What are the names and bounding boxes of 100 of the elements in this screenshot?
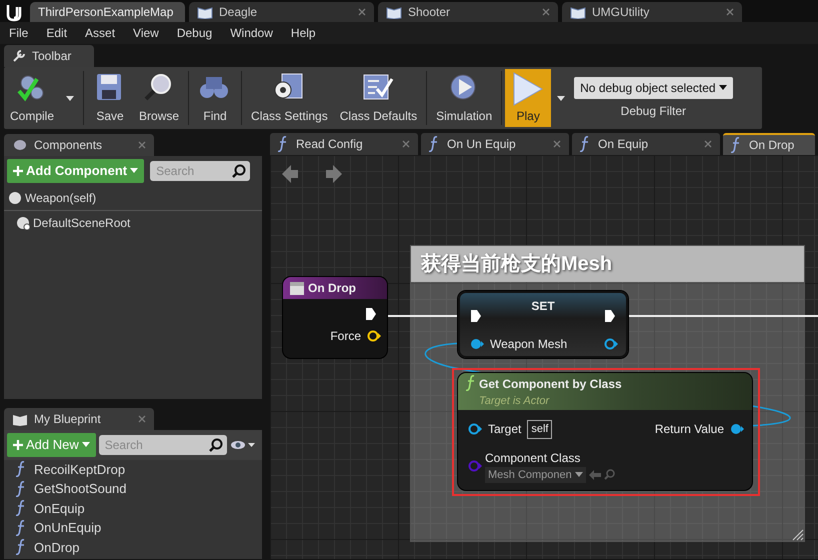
function-icon: [16, 461, 26, 478]
node-title: Get Component by Class: [479, 376, 622, 393]
menu-item[interactable]: Help: [282, 24, 325, 42]
close-icon[interactable]: [358, 8, 366, 16]
node-subtitle: Target is Actor: [479, 394, 550, 409]
book-icon: [570, 6, 586, 18]
pin-label: Force: [330, 328, 361, 345]
caret-icon: [574, 472, 583, 478]
menu-item[interactable]: Window: [221, 24, 282, 42]
menu-item[interactable]: Asset: [76, 24, 124, 42]
component-item[interactable]: Weapon(self): [25, 188, 96, 206]
scene-root-icon: [16, 216, 30, 230]
function-node[interactable]: Get Component by Class Target is Actor Target self Return Value Component Class Mesh Componen: [458, 373, 752, 490]
caret-icon: [718, 85, 727, 90]
toolbar-tab[interactable]: Toolbar: [4, 45, 94, 67]
pin-label: Target: [488, 421, 522, 438]
comment-title: 获得当前枪支的Mesh: [411, 246, 804, 282]
event-node[interactable]: On Drop Force: [283, 277, 387, 358]
search-field[interactable]: Search: [150, 160, 250, 181]
graph-tab[interactable]: On Drop: [723, 133, 815, 155]
toolbar-button[interactable]: Compile: [4, 69, 60, 127]
function-icon: [731, 137, 741, 153]
caret-icon[interactable]: [66, 96, 74, 100]
resize-grip-icon: [792, 529, 804, 541]
plus-icon: [13, 440, 23, 450]
function-icon: [580, 136, 590, 152]
document-tab[interactable]: UMGUtility: [562, 2, 742, 22]
exec-pin-icon[interactable]: [470, 309, 482, 323]
set-node[interactable]: SET Weapon Mesh: [458, 291, 628, 358]
function-icon: [429, 136, 439, 152]
my-blueprint-tab[interactable]: My Blueprint: [4, 408, 154, 430]
use-selected-arrow-icon[interactable]: [588, 470, 601, 480]
browse-search-icon[interactable]: [604, 469, 615, 480]
function-icon: [16, 539, 26, 556]
components-tab[interactable]: Components: [4, 134, 154, 156]
plus-icon: [13, 166, 23, 176]
pin-label: Component Class: [485, 450, 582, 466]
pin-label: Weapon Mesh: [490, 336, 568, 353]
function-icon: [466, 375, 476, 391]
play-icon: [511, 71, 546, 107]
caret-icon[interactable]: [557, 96, 566, 100]
search-field[interactable]: Search: [98, 434, 227, 455]
pin-icon[interactable]: [730, 423, 744, 436]
close-icon[interactable]: [542, 8, 550, 16]
function-item[interactable]: OnDrop: [34, 538, 80, 557]
exec-pin-icon[interactable]: [604, 309, 616, 323]
graph-tab[interactable]: On Un Equip: [421, 133, 569, 155]
node-title: On Drop: [308, 280, 356, 297]
toolbar-button[interactable]: Browse: [133, 69, 186, 127]
menu-item[interactable]: Debug: [168, 24, 222, 42]
close-icon[interactable]: [553, 140, 561, 148]
close-icon[interactable]: [726, 8, 734, 16]
search-icon: [232, 164, 246, 178]
component-item[interactable]: DefaultSceneRoot: [33, 214, 130, 232]
pin-icon[interactable]: [604, 338, 618, 350]
exec-pin-icon[interactable]: [365, 307, 377, 321]
function-icon: [16, 520, 26, 536]
toolbar-button[interactable]: Find: [192, 69, 238, 127]
function-icon: [16, 480, 26, 497]
document-tab[interactable]: Shooter: [378, 2, 558, 22]
pin-label: Return Value: [654, 421, 724, 438]
close-icon[interactable]: [138, 141, 146, 149]
forward-arrow-icon[interactable]: [326, 165, 342, 183]
toolbar-button[interactable]: Simulation: [430, 69, 498, 127]
book-icon: [12, 412, 28, 426]
caret-icon: [82, 442, 90, 448]
sphere-icon: [8, 190, 22, 204]
function-icon: [278, 136, 288, 152]
node-title: SET: [531, 298, 555, 315]
graph-tab[interactable]: On Equip: [572, 133, 720, 155]
function-item[interactable]: OnEquip: [34, 498, 85, 518]
play-button[interactable]: Play: [505, 69, 552, 127]
function-item[interactable]: GetShootSound: [34, 479, 127, 498]
menu-item[interactable]: View: [124, 24, 168, 42]
function-item[interactable]: RecoilKeptDrop: [34, 460, 126, 479]
eye-icon[interactable]: [230, 438, 256, 451]
document-tab[interactable]: Deagle: [189, 2, 374, 22]
function-icon: [16, 500, 26, 516]
close-icon[interactable]: [138, 415, 146, 423]
wrench-icon: [12, 49, 26, 63]
toolbar-button[interactable]: Class Settings: [245, 69, 334, 127]
toolbar-button[interactable]: Save: [87, 69, 134, 127]
book-icon: [197, 6, 213, 18]
event-icon: [289, 280, 305, 296]
pin-icon[interactable]: [468, 423, 482, 436]
menu-item[interactable]: Edit: [37, 24, 76, 42]
book-icon: [386, 6, 402, 18]
pin-icon[interactable]: [470, 338, 484, 350]
close-icon[interactable]: [402, 140, 410, 148]
toolbar-button[interactable]: Class Defaults: [334, 69, 424, 127]
menu-item[interactable]: File: [0, 24, 38, 42]
default-value-field[interactable]: self: [527, 420, 552, 438]
pin-icon[interactable]: [367, 330, 381, 342]
close-icon[interactable]: [704, 140, 712, 148]
graph-tab[interactable]: Read Config: [270, 133, 418, 155]
class-dropdown[interactable]: Mesh Componen: [485, 466, 586, 483]
debug-object-dropdown[interactable]: No debug object selected: [574, 76, 733, 98]
document-tab[interactable]: ThirdPersonExampleMap: [30, 2, 185, 22]
function-item[interactable]: OnUnEquip: [34, 518, 102, 538]
back-arrow-icon[interactable]: [282, 165, 298, 183]
